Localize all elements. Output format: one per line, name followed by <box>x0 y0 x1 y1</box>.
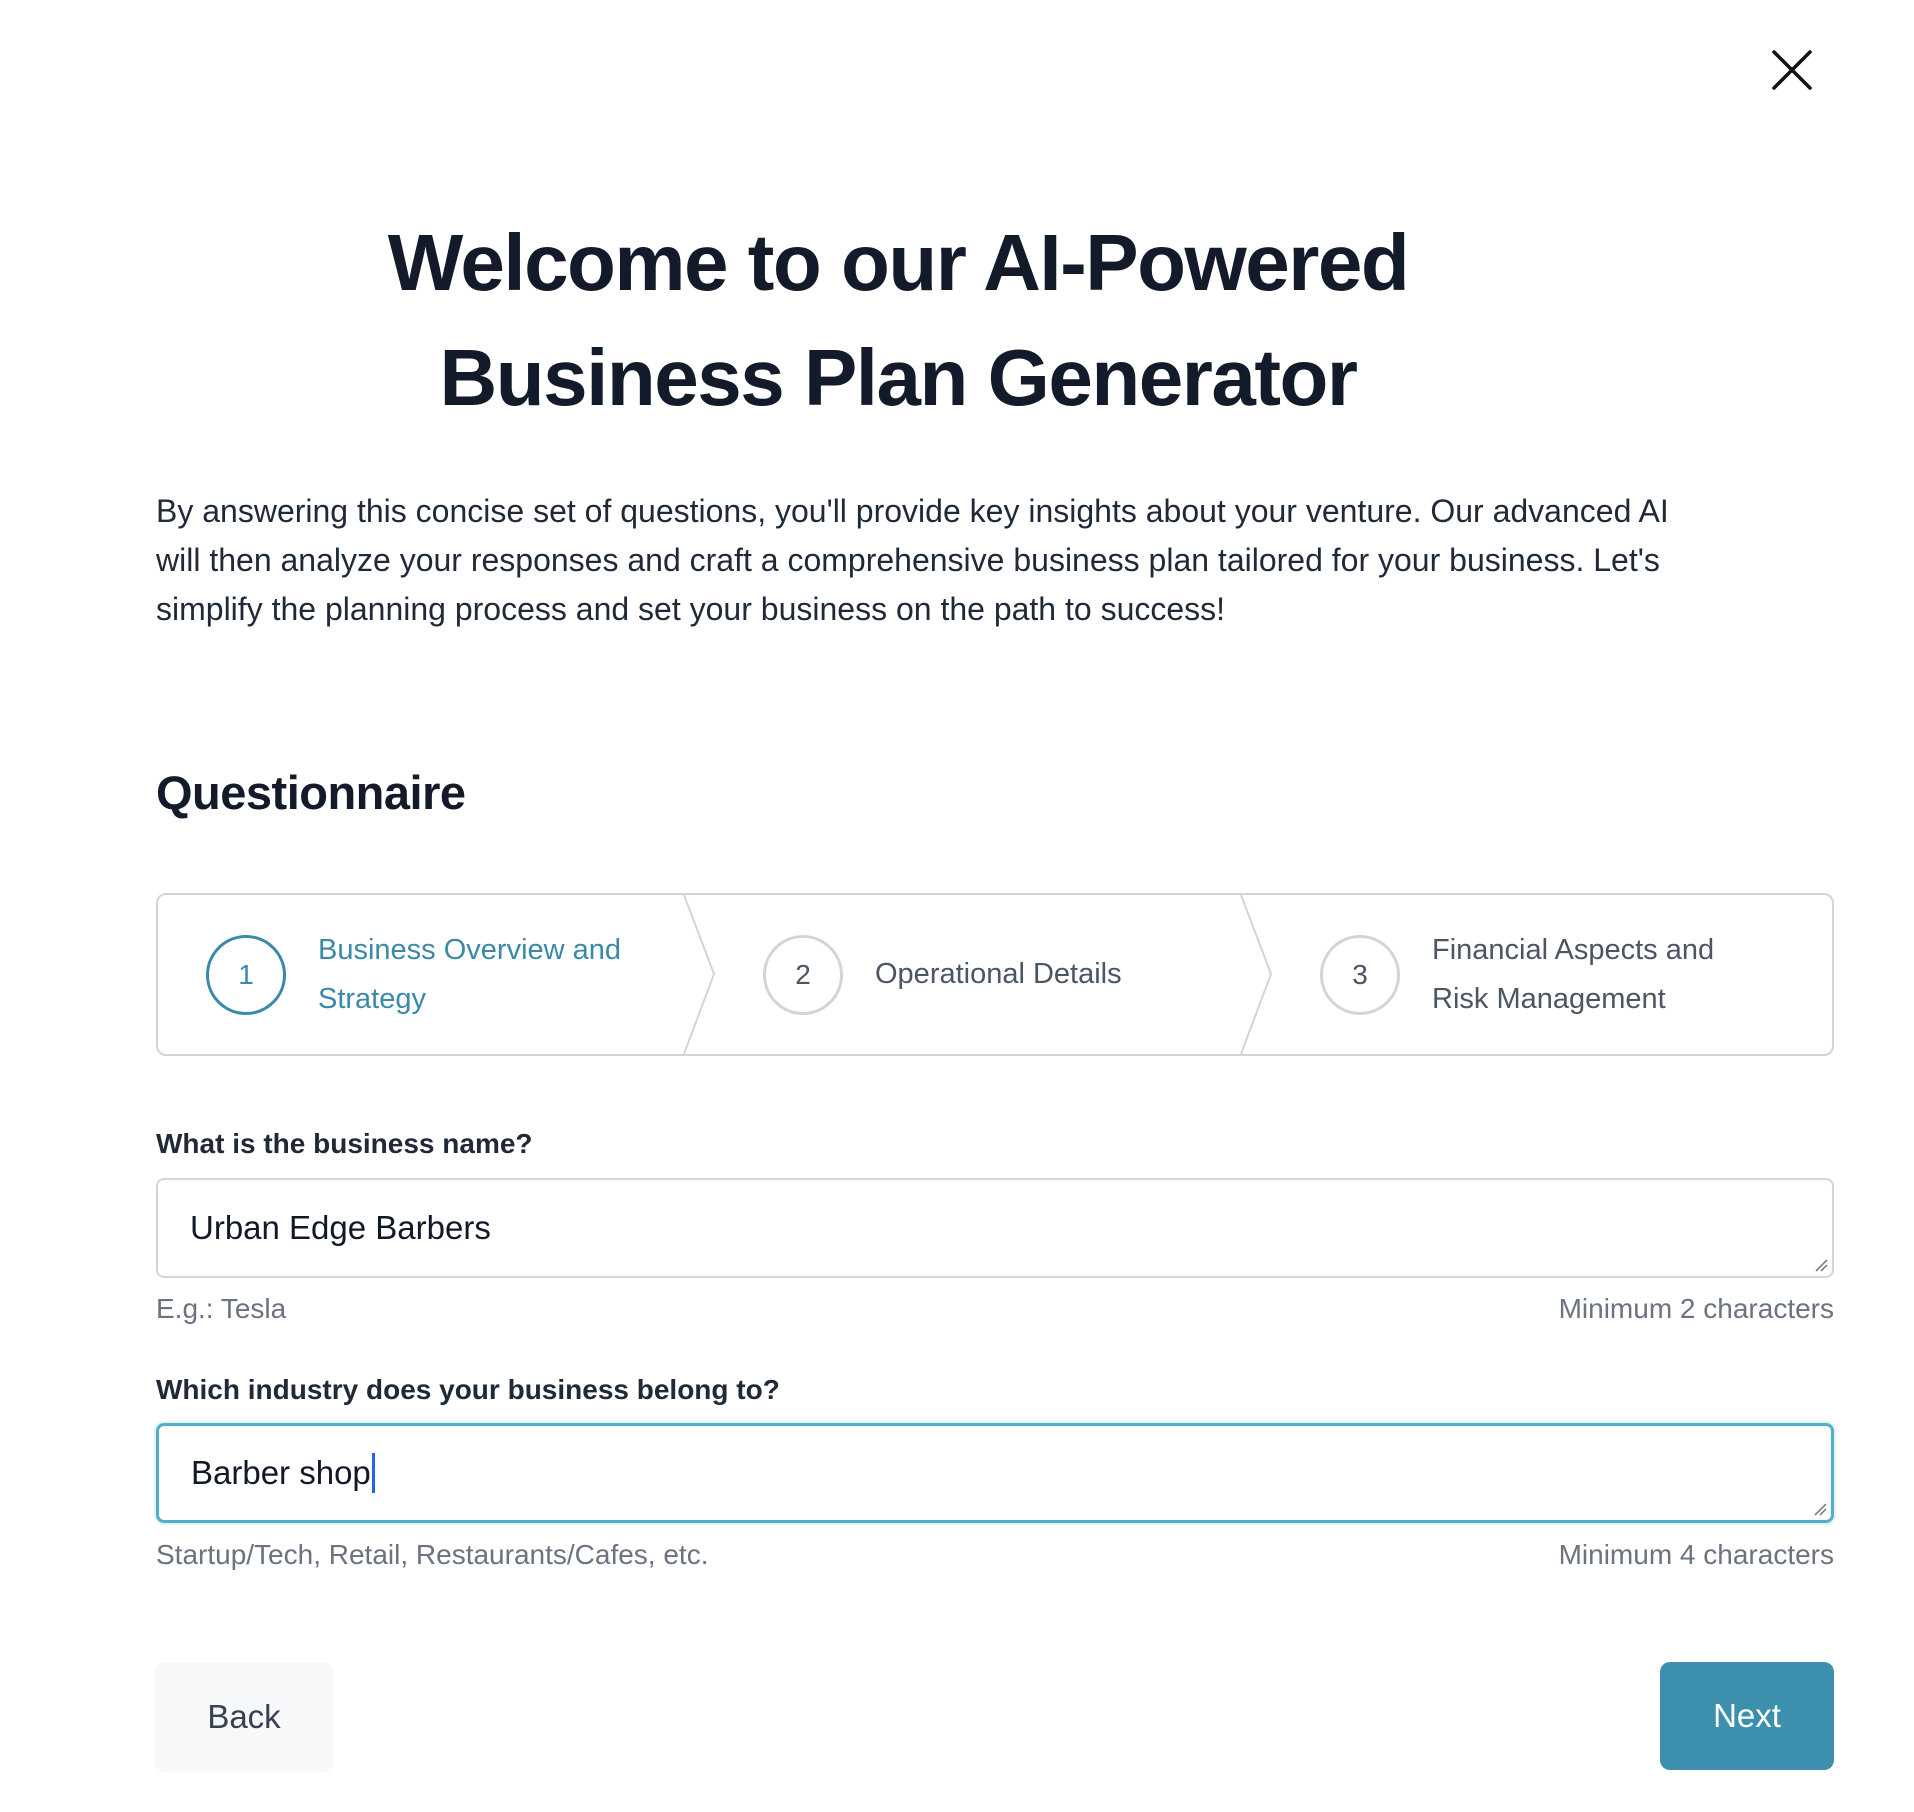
page-title: Welcome to our AI-Powered Business Plan … <box>98 205 1698 435</box>
business-name-label: What is the business name? <box>156 1128 533 1159</box>
step-label-2-line-1: Operational Details <box>875 958 1122 990</box>
business-name-input[interactable]: Urban Edge Barbers <box>156 1178 1834 1278</box>
step-financial-aspects[interactable]: 3 Financial Aspects and Risk Management <box>1320 895 1714 1054</box>
step-label-1-line-2: Strategy <box>318 982 426 1015</box>
step-number-1: 1 <box>206 934 286 1015</box>
industry-value: Barber shop <box>191 1454 371 1491</box>
questionnaire-stepper: 1 Business Overview and Strategy 2 Opera… <box>156 893 1834 1056</box>
questionnaire-title: Questionnaire <box>156 766 466 819</box>
intro-line-2: will then analyze your responses and cra… <box>156 542 1660 578</box>
industry-hint: Startup/Tech, Retail, Restaurants/Cafes,… <box>156 1539 709 1570</box>
step-label-3-line-1: Financial Aspects and <box>1432 933 1715 966</box>
back-button[interactable]: Back <box>155 1662 333 1772</box>
industry-label: Which industry does your business belong… <box>156 1374 780 1405</box>
business-name-min-chars: Minimum 2 characters <box>1558 1293 1834 1324</box>
resize-handle-icon[interactable] <box>1812 1256 1828 1272</box>
step-label-1-line-1: Business Overview and <box>318 933 622 966</box>
intro-text: By answering this concise set of questio… <box>156 487 1856 634</box>
page-title-line-2: Business Plan Generator <box>439 333 1358 422</box>
industry-min-chars: Minimum 4 characters <box>1558 1539 1834 1570</box>
close-icon <box>1772 50 1812 90</box>
close-button[interactable] <box>1767 45 1817 95</box>
business-plan-modal: Welcome to our AI-Powered Business Plan … <box>0 0 1914 1812</box>
intro-line-1: By answering this concise set of questio… <box>156 493 1669 529</box>
business-name-hint: E.g.: Tesla <box>156 1293 287 1324</box>
step-number-2: 2 <box>763 934 843 1015</box>
step-label-3: Financial Aspects and Risk Management <box>1432 926 1714 1024</box>
industry-input[interactable]: Barber shop <box>156 1423 1834 1523</box>
step-label-2: Operational Details <box>875 950 1122 999</box>
text-cursor <box>371 1453 375 1493</box>
step-label-3-line-2: Risk Management <box>1432 982 1666 1015</box>
business-name-value: Urban Edge Barbers <box>190 1209 491 1246</box>
resize-handle-icon[interactable] <box>1811 1500 1827 1516</box>
intro-line-3: simplify the planning process and set yo… <box>156 591 1226 627</box>
page-title-line-1: Welcome to our AI-Powered <box>387 218 1410 307</box>
next-button[interactable]: Next <box>1660 1662 1834 1770</box>
step-label-1: Business Overview and Strategy <box>318 926 621 1024</box>
step-business-overview[interactable]: 1 Business Overview and Strategy <box>206 895 621 1054</box>
step-operational-details[interactable]: 2 Operational Details <box>763 895 1122 1054</box>
step-number-3: 3 <box>1320 934 1400 1015</box>
